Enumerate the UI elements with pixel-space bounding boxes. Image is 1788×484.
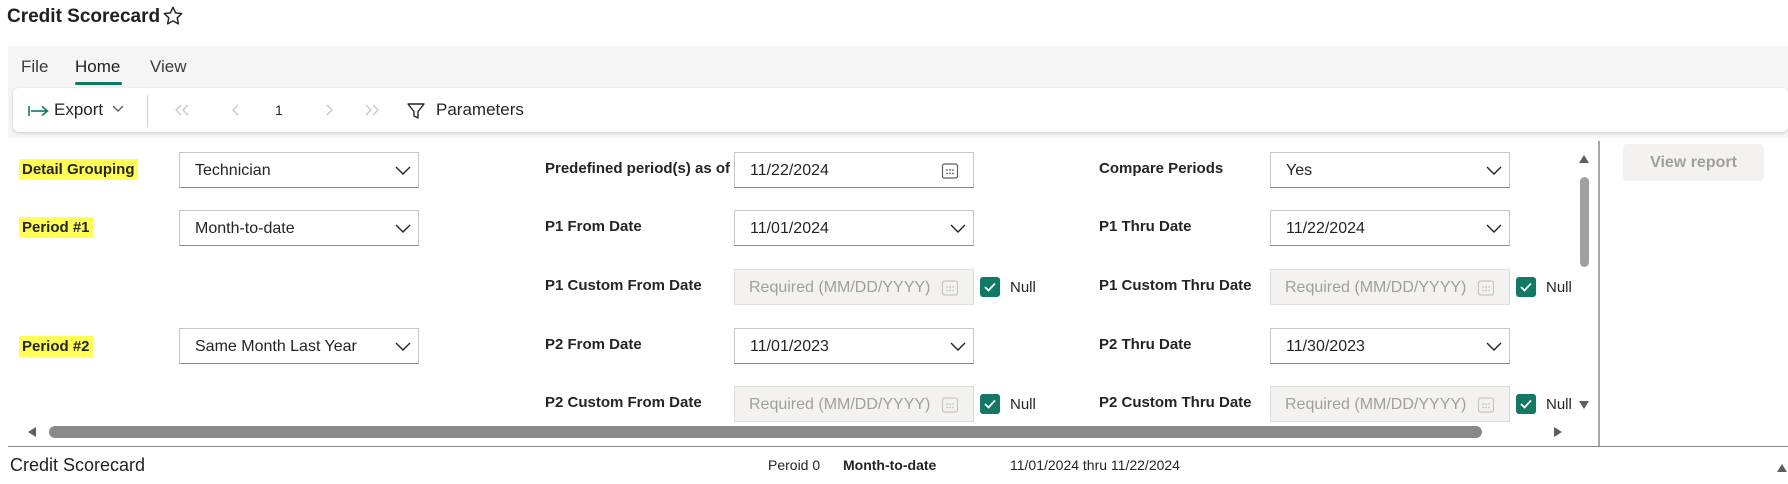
active-tab-indicator [75,82,122,85]
p2-custom-from-input[interactable]: Required (MM/DD/YYYY) [734,386,974,422]
p2-thru-label: P2 Thru Date [1099,336,1192,353]
toolbar-divider [147,95,148,127]
scroll-left-icon[interactable] [27,426,37,438]
p2-custom-from-placeholder: Required (MM/DD/YYYY) [749,396,931,413]
p2-thru-value: 11/30/2023 [1286,338,1365,355]
p2-custom-thru-null-checkbox[interactable] [1516,394,1536,414]
calendar-icon [941,397,959,413]
predefined-as-of-date-input[interactable]: 11/22/2024 [734,152,974,188]
menu-view[interactable]: View [150,57,187,77]
export-icon[interactable] [28,104,50,118]
compare-periods-select[interactable]: Yes [1270,152,1510,188]
p2-custom-from-label: P2 Custom From Date [545,394,702,411]
p1-from-label: P1 From Date [545,218,642,235]
report-header-title: Credit Scorecard [10,455,146,475]
p1-custom-from-null-label: Null [1010,279,1036,296]
page-number[interactable]: 1 [275,102,283,118]
period1-select[interactable]: Month-to-date [179,210,419,246]
period1-value: Month-to-date [195,220,295,237]
calendar-icon [1477,397,1495,413]
p1-custom-from-null-checkbox[interactable] [980,277,1000,297]
scroll-up-icon[interactable] [1578,154,1590,164]
next-page-icon[interactable] [320,103,338,117]
p1-custom-from-label: P1 Custom From Date [545,277,702,294]
p1-thru-select[interactable]: 11/22/2024 [1270,210,1510,246]
checkmark-icon [1520,399,1532,409]
last-page-icon[interactable] [363,103,381,117]
p1-custom-from-input[interactable]: Required (MM/DD/YYYY) [734,269,974,305]
filter-icon[interactable] [406,101,426,121]
p2-custom-from-null-label: Null [1010,396,1036,413]
chevron-down-icon [950,342,966,351]
chevron-down-icon [395,166,411,175]
p1-thru-value: 11/22/2024 [1286,220,1365,237]
period2-label: Period #2 [19,336,93,357]
scroll-down-icon[interactable] [1578,400,1590,410]
p2-from-select[interactable]: 11/01/2023 [734,328,974,364]
parameters-button[interactable]: Parameters [436,100,524,120]
calendar-icon [1477,280,1495,296]
p1-custom-from-placeholder: Required (MM/DD/YYYY) [749,279,931,296]
p1-custom-thru-placeholder: Required (MM/DD/YYYY) [1285,279,1467,296]
p1-custom-thru-label: P1 Custom Thru Date [1099,277,1252,294]
detail-grouping-label: Detail Grouping [19,159,138,180]
compare-periods-label: Compare Periods [1099,160,1224,177]
period-value: Month-to-date [843,457,937,473]
p1-custom-thru-input[interactable]: Required (MM/DD/YYYY) [1270,269,1510,305]
p1-from-value: 11/01/2024 [750,220,829,237]
horizontal-scroll-thumb[interactable] [49,426,1482,438]
p2-custom-thru-null-label: Null [1546,396,1572,413]
footer-divider [8,446,1788,447]
menu-home[interactable]: Home [75,57,120,77]
chevron-down-icon [1486,224,1502,233]
p1-custom-thru-null-checkbox[interactable] [1516,277,1536,297]
period1-label: Period #1 [19,217,93,238]
chevron-down-icon[interactable] [112,104,124,114]
p2-from-value: 11/01/2023 [750,338,829,355]
period-label: Peroid 0 [768,457,821,473]
calendar-icon [941,280,959,296]
p2-custom-thru-label: P2 Custom Thru Date [1099,394,1252,411]
p2-thru-select[interactable]: 11/30/2023 [1270,328,1510,364]
chevron-down-icon [395,342,411,351]
p2-custom-from-null-checkbox[interactable] [980,394,1000,414]
predefined-as-of-value: 11/22/2024 [750,162,829,179]
p2-custom-thru-input[interactable]: Required (MM/DD/YYYY) [1270,386,1510,422]
view-report-button[interactable]: View report [1623,144,1764,181]
menu-file[interactable]: File [21,57,48,77]
chevron-down-icon [950,224,966,233]
p1-from-select[interactable]: 11/01/2024 [734,210,974,246]
chevron-down-icon [1486,166,1502,175]
report-title: Credit Scorecard [7,6,161,27]
export-button[interactable]: Export [54,100,103,120]
star-icon[interactable] [162,5,184,27]
detail-grouping-value: Technician [195,162,271,179]
vertical-scroll-thumb[interactable] [1580,177,1589,267]
p1-custom-thru-null-label: Null [1546,279,1572,296]
detail-grouping-select[interactable]: Technician [179,152,419,188]
scroll-up-icon[interactable] [1776,463,1788,473]
compare-periods-value: Yes [1286,162,1313,179]
period2-value: Same Month Last Year [195,338,357,355]
checkmark-icon [1520,282,1532,292]
previous-page-icon[interactable] [227,103,245,117]
first-page-icon[interactable] [173,103,191,117]
p1-thru-label: P1 Thru Date [1099,218,1192,235]
calendar-icon[interactable] [941,162,959,180]
date-range: 11/01/2024 thru 11/22/2024 [1010,457,1180,473]
p2-from-label: P2 From Date [545,336,642,353]
panel-divider [1598,141,1600,446]
predefined-as-of-label: Predefined period(s) as of [545,160,731,177]
chevron-down-icon [1486,342,1502,351]
chevron-down-icon [395,224,411,233]
checkmark-icon [984,399,996,409]
checkmark-icon [984,282,996,292]
p2-custom-thru-placeholder: Required (MM/DD/YYYY) [1285,396,1467,413]
period2-select[interactable]: Same Month Last Year [179,328,419,364]
scroll-right-icon[interactable] [1553,426,1563,438]
